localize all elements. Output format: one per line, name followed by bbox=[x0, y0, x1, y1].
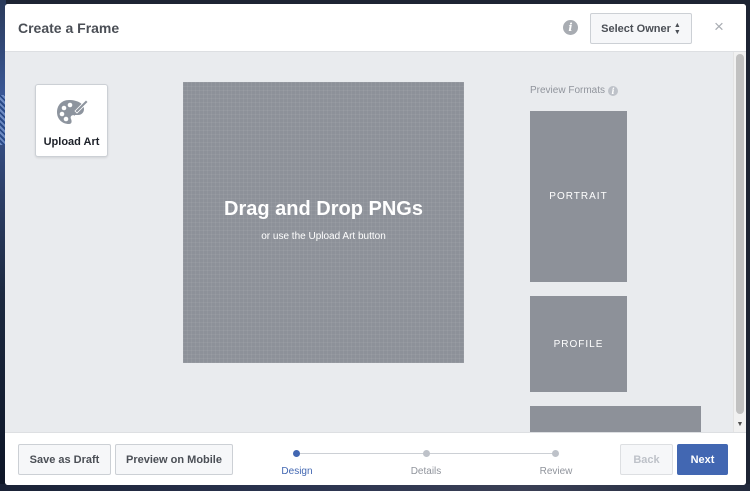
stepper-line bbox=[297, 453, 427, 454]
dialog-header: Create a Frame i Select Owner ▲ ▼ × bbox=[5, 4, 746, 52]
background-bottom bbox=[0, 484, 750, 491]
design-canvas-area: Upload Art Drag and Drop PNGs or use the… bbox=[5, 52, 733, 432]
preview-portrait-label: PORTRAIT bbox=[549, 191, 608, 202]
scroll-down-arrow-icon[interactable]: ▼ bbox=[735, 420, 745, 430]
next-button[interactable]: Next bbox=[677, 444, 728, 475]
close-icon[interactable]: × bbox=[712, 18, 726, 35]
step-dot-review[interactable] bbox=[552, 450, 559, 457]
info-icon[interactable]: i bbox=[563, 20, 578, 35]
upload-art-button[interactable]: Upload Art bbox=[35, 84, 108, 157]
preview-profile-label: PROFILE bbox=[553, 338, 604, 350]
preview-formats-heading: Preview Formats i bbox=[530, 85, 619, 96]
step-label-details[interactable]: Details bbox=[396, 466, 456, 477]
drop-zone-title: Drag and Drop PNGs bbox=[224, 198, 423, 220]
dialog-footer: Save as Draft Preview on Mobile Design D… bbox=[5, 432, 746, 485]
preview-on-mobile-button[interactable]: Preview on Mobile bbox=[115, 444, 233, 475]
preview-formats-label: Preview Formats bbox=[530, 85, 606, 96]
scrollbar-thumb[interactable] bbox=[736, 54, 744, 414]
select-owner-button[interactable]: Select Owner ▲ ▼ bbox=[590, 13, 692, 44]
upload-art-label: Upload Art bbox=[43, 136, 100, 148]
info-icon[interactable]: i bbox=[608, 85, 619, 96]
palette-icon bbox=[57, 99, 89, 124]
preview-profile: PROFILE bbox=[530, 296, 627, 392]
preview-landscape bbox=[530, 406, 701, 432]
step-dot-design[interactable] bbox=[293, 450, 300, 457]
vertical-scrollbar[interactable]: ▼ bbox=[733, 52, 746, 432]
select-owner-label: Select Owner bbox=[601, 22, 671, 35]
save-as-draft-button[interactable]: Save as Draft bbox=[18, 444, 111, 475]
preview-portrait: PORTRAIT bbox=[530, 111, 627, 282]
step-label-review[interactable]: Review bbox=[526, 466, 586, 477]
step-dot-details[interactable] bbox=[423, 450, 430, 457]
drop-zone-subtitle: or use the Upload Art button bbox=[261, 231, 386, 242]
sort-caret-icon: ▲ ▼ bbox=[673, 21, 681, 36]
create-frame-dialog: Create a Frame i Select Owner ▲ ▼ × Uploa… bbox=[5, 4, 746, 485]
stepper-line bbox=[427, 453, 556, 454]
back-button[interactable]: Back bbox=[620, 444, 673, 475]
dialog-title: Create a Frame bbox=[18, 20, 120, 36]
step-label-design[interactable]: Design bbox=[267, 466, 327, 477]
png-drop-zone[interactable]: Drag and Drop PNGs or use the Upload Art… bbox=[183, 82, 464, 363]
